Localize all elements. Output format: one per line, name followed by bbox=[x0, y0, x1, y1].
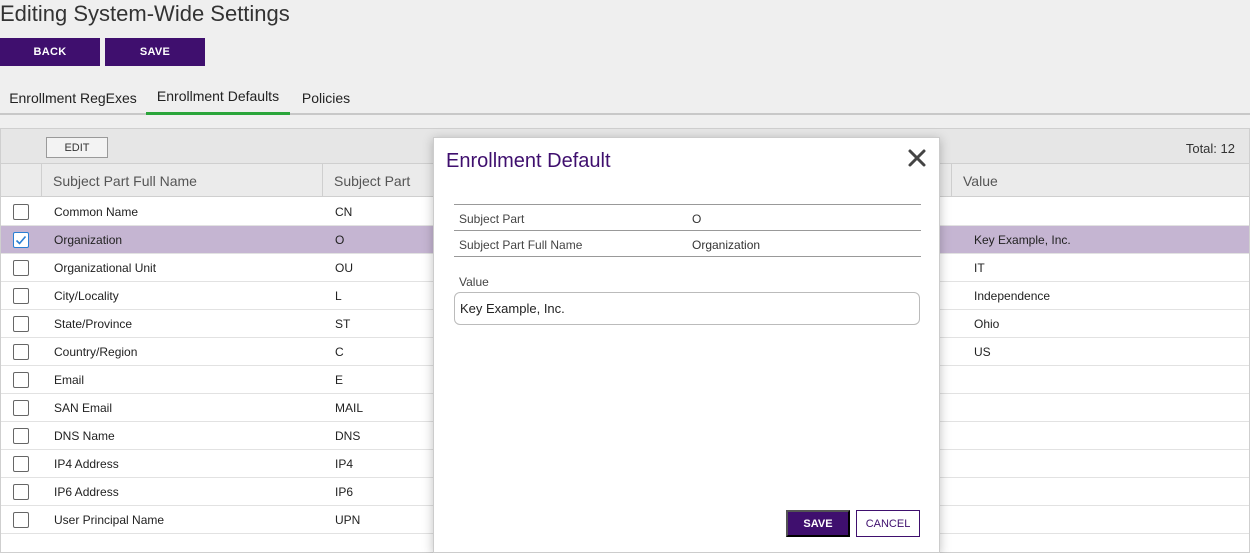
row-checkbox[interactable] bbox=[13, 316, 29, 332]
row-select-cell bbox=[13, 338, 33, 366]
row-full-name: IP6 Address bbox=[54, 485, 119, 499]
row-checkbox[interactable] bbox=[13, 400, 29, 416]
row-full-name: State/Province bbox=[54, 317, 133, 331]
row-checkbox[interactable] bbox=[13, 344, 29, 360]
row-full-name: Country/Region bbox=[54, 345, 138, 359]
row-full-name: City/Locality bbox=[54, 289, 119, 303]
row-subject-part: IP4 bbox=[335, 457, 354, 471]
header-select-column[interactable] bbox=[1, 164, 42, 197]
row-subject-part: O bbox=[335, 233, 345, 247]
checkmark-icon bbox=[15, 235, 27, 245]
row-checkbox[interactable] bbox=[13, 204, 29, 220]
row-subject-part: CN bbox=[335, 205, 353, 219]
row-value: IT bbox=[974, 261, 985, 275]
row-checkbox[interactable] bbox=[13, 260, 29, 276]
row-full-name: User Principal Name bbox=[54, 513, 165, 527]
row-select-cell bbox=[13, 422, 33, 450]
row-select-cell bbox=[13, 366, 33, 394]
tab-enrollment-regexes[interactable]: Enrollment RegExes bbox=[0, 80, 146, 115]
enrollment-default-modal: Enrollment Default Subject Part O Subjec… bbox=[433, 137, 940, 553]
edit-button[interactable]: EDIT bbox=[46, 137, 108, 158]
tab-enrollment-defaults[interactable]: Enrollment Defaults bbox=[146, 80, 290, 115]
row-value: Ohio bbox=[974, 317, 1000, 331]
row-select-cell bbox=[13, 506, 33, 534]
modal-save-button[interactable]: SAVE bbox=[786, 510, 850, 537]
row-full-name: Email bbox=[54, 373, 85, 387]
save-button[interactable]: SAVE bbox=[105, 38, 205, 66]
row-select-cell bbox=[13, 226, 33, 254]
header-value[interactable]: Value bbox=[951, 164, 1249, 197]
row-checkbox[interactable] bbox=[13, 232, 29, 248]
row-select-cell bbox=[13, 310, 33, 338]
value-input[interactable] bbox=[454, 292, 920, 325]
row-select-cell bbox=[13, 198, 33, 226]
row-value: Independence bbox=[974, 289, 1051, 303]
row-select-cell bbox=[13, 450, 33, 478]
subject-part-label: Subject Part bbox=[459, 212, 525, 226]
row-select-cell bbox=[13, 282, 33, 310]
row-subject-part: UPN bbox=[335, 513, 361, 527]
row-subject-part: C bbox=[335, 345, 344, 359]
row-select-cell bbox=[13, 394, 33, 422]
row-subject-part: E bbox=[335, 373, 344, 387]
row-full-name: Common Name bbox=[54, 205, 139, 219]
row-subject-part: L bbox=[335, 289, 342, 303]
modal-field-row: Subject Part O bbox=[454, 205, 921, 231]
row-checkbox[interactable] bbox=[13, 484, 29, 500]
row-subject-part: OU bbox=[335, 261, 353, 275]
modal-details-table: Subject Part O Subject Part Full Name Or… bbox=[454, 204, 921, 257]
header-full-name[interactable]: Subject Part Full Name bbox=[42, 164, 323, 197]
row-full-name: Organizational Unit bbox=[54, 261, 157, 275]
row-select-cell bbox=[13, 478, 33, 506]
page-title: Editing System-Wide Settings bbox=[0, 1, 290, 26]
close-icon[interactable] bbox=[907, 148, 927, 168]
row-full-name: DNS Name bbox=[54, 429, 115, 443]
row-subject-part: DNS bbox=[335, 429, 361, 443]
row-full-name: SAN Email bbox=[54, 401, 113, 415]
total-count: Total: 12 bbox=[1185, 141, 1235, 156]
tab-bar: Enrollment RegExes Enrollment Defaults P… bbox=[0, 80, 1250, 115]
modal-cancel-button[interactable]: CANCEL bbox=[856, 510, 920, 537]
row-checkbox[interactable] bbox=[13, 456, 29, 472]
modal-field-row: Subject Part Full Name Organization bbox=[454, 231, 921, 257]
row-value: US bbox=[974, 345, 991, 359]
value-field-label: Value bbox=[459, 275, 489, 289]
row-subject-part: MAIL bbox=[335, 401, 364, 415]
row-checkbox[interactable] bbox=[13, 512, 29, 528]
row-checkbox[interactable] bbox=[13, 428, 29, 444]
subject-part-full-name-label: Subject Part Full Name bbox=[459, 238, 583, 252]
back-button[interactable]: BACK bbox=[0, 38, 100, 66]
row-full-name: Organization bbox=[54, 233, 123, 247]
row-value: Key Example, Inc. bbox=[974, 233, 1071, 247]
row-full-name: IP4 Address bbox=[54, 457, 119, 471]
row-subject-part: ST bbox=[335, 317, 351, 331]
subject-part-value: O bbox=[692, 212, 702, 226]
modal-title: Enrollment Default bbox=[446, 150, 611, 172]
row-checkbox[interactable] bbox=[13, 372, 29, 388]
row-select-cell bbox=[13, 254, 33, 282]
subject-part-full-name-value: Organization bbox=[692, 238, 761, 252]
row-checkbox[interactable] bbox=[13, 288, 29, 304]
row-subject-part: IP6 bbox=[335, 485, 354, 499]
tab-policies[interactable]: Policies bbox=[290, 80, 362, 115]
